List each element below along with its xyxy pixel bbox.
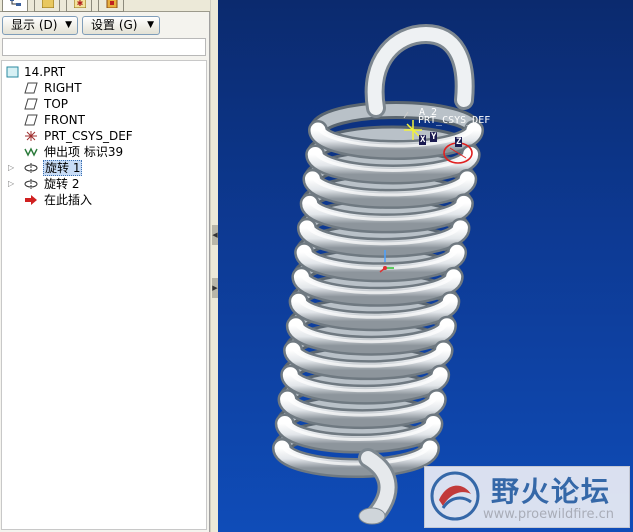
forum-logo-icon [430, 471, 480, 521]
expand-arrow-icon[interactable]: ▷ [8, 164, 15, 172]
tree-item-top[interactable]: TOP [2, 96, 202, 112]
tab-connections[interactable] [98, 0, 124, 12]
tree-root-label: 14.PRT [24, 65, 66, 79]
datum-plane-icon [24, 114, 38, 126]
favorites-icon: ✱ [74, 0, 86, 8]
tree-menu-row: 显示 (D) ▼ 设置 (G) ▼ [0, 14, 210, 36]
spring-end-cap [358, 507, 386, 525]
watermark-url: www.proewildfire.cn [483, 507, 614, 522]
part-icon [6, 66, 19, 78]
tree-item-label: TOP [44, 97, 69, 111]
tab-favorites[interactable]: ✱ [66, 0, 92, 12]
navigator-tab-strip: ✱ [0, 0, 210, 12]
datum-plane-icon [24, 82, 38, 94]
insert-here-arrow-icon [25, 195, 37, 205]
settings-menu-button[interactable]: 设置 (G) ▼ [82, 16, 160, 35]
axis-tag-y: Y [430, 132, 438, 142]
tree-root-item[interactable]: 14.PRT [2, 64, 202, 80]
tree-item-label: PRT_CSYS_DEF [44, 129, 133, 143]
tree-item-insert-here[interactable]: 在此插入 [2, 192, 202, 208]
model-tree: 14.PRT RIGHT TOP FRONT PRT_CSYS_DEF 伸出项 … [1, 60, 207, 530]
tree-item-label: 伸出项 标识39 [44, 145, 124, 159]
spring-model[interactable] [218, 0, 633, 532]
connections-icon [106, 0, 118, 8]
csys-label: PRT_CSYS_DEF [418, 115, 491, 126]
extrude-icon [24, 147, 38, 157]
display-menu-label: 显示 (D) [11, 18, 58, 32]
display-menu-button[interactable]: 显示 (D) ▼ [2, 16, 78, 35]
axis-tag-z: Z [455, 137, 463, 147]
spring-coils-front [272, 120, 484, 478]
tree-item-revolve-1[interactable]: ▷ 旋转 1 [2, 160, 202, 176]
tab-model-tree[interactable] [2, 0, 28, 12]
tree-filter-input[interactable] [2, 38, 206, 56]
watermark-title: 野火论坛 [491, 475, 612, 508]
tree-item-extrude[interactable]: 伸出项 标识39 [2, 144, 202, 160]
svg-text:✱: ✱ [77, 0, 84, 8]
forum-watermark: 野火论坛 www.proewildfire.cn [424, 466, 630, 528]
panel-splitter[interactable]: ◀ ▶ [210, 0, 218, 532]
tree-item-label: RIGHT [44, 81, 82, 95]
revolve-icon [24, 179, 38, 189]
dropdown-arrow-icon: ▼ [147, 20, 154, 30]
expand-arrow-icon[interactable]: ▷ [8, 180, 15, 188]
tree-item-label: 旋转 2 [44, 177, 80, 191]
tab-folder-browser[interactable] [34, 0, 60, 12]
tree-item-front[interactable]: FRONT [2, 112, 202, 128]
model-tree-icon [10, 0, 21, 6]
datum-plane-icon [24, 98, 38, 110]
tree-item-label: 在此插入 [44, 193, 93, 207]
tree-item-right[interactable]: RIGHT [2, 80, 202, 96]
axis-tag-x: X [419, 135, 427, 145]
graphics-viewport[interactable]: A_2 PRT_CSYS_DEF X Y Z [218, 0, 633, 532]
model-tree-panel: ✱ 显示 (D) ▼ 设置 (G) ▼ 14.PRT RIGHT TOP FRO… [0, 0, 210, 532]
coordinate-system-icon [25, 131, 37, 141]
revolve-icon [24, 163, 38, 173]
tree-item-label: 旋转 1 [43, 160, 83, 176]
tree-item-revolve-2[interactable]: ▷ 旋转 2 [2, 176, 202, 192]
dropdown-arrow-icon: ▼ [65, 20, 72, 30]
settings-menu-label: 设置 (G) [91, 18, 138, 32]
tree-item-label: FRONT [44, 113, 85, 127]
folder-icon [42, 0, 54, 8]
spring-top-hook-highlight [367, 26, 472, 115]
tree-item-csys[interactable]: PRT_CSYS_DEF [2, 128, 202, 144]
